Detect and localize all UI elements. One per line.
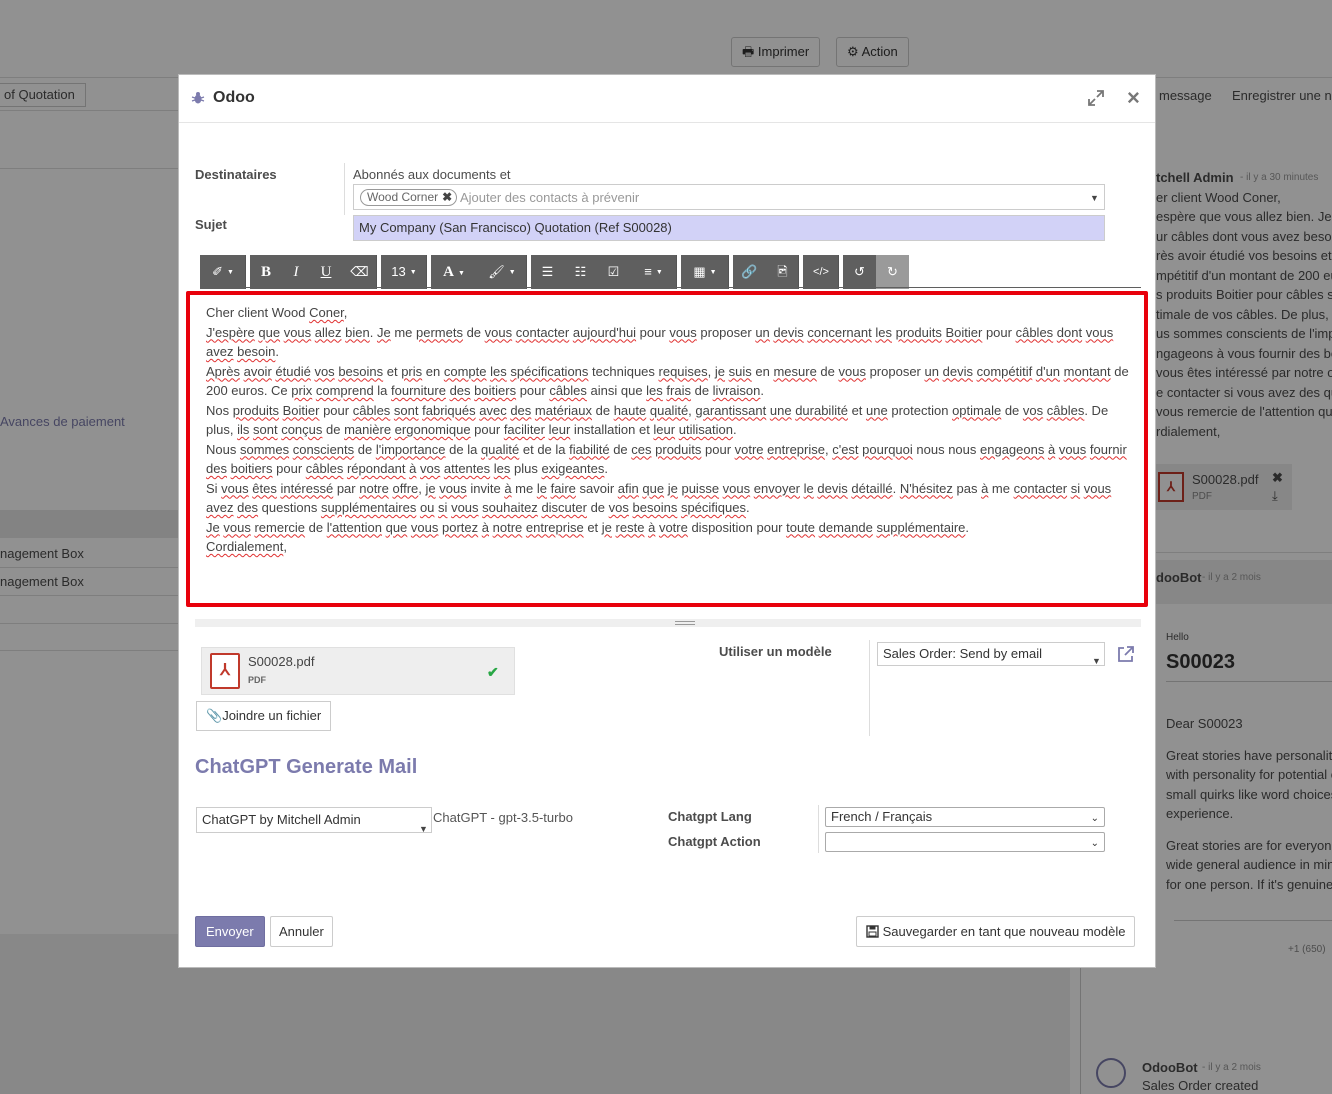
underline-icon[interactable]: U — [310, 255, 342, 289]
chatgpt-action-label: Chatgpt Action — [668, 834, 761, 849]
link-icon[interactable]: 🔗 — [733, 255, 766, 289]
editor-resize-handle[interactable] — [195, 619, 1141, 627]
caret-down-icon: ▼ — [419, 824, 428, 834]
attach-file-button[interactable]: 📎Joindre un fichier — [196, 701, 332, 731]
chatgpt-model: ChatGPT - gpt-3.5-turbo — [433, 810, 573, 825]
image-icon[interactable]: 🖻 — [766, 255, 799, 289]
undo-icon[interactable]: ↺ — [843, 255, 876, 289]
close-icon[interactable]: × — [1127, 85, 1140, 111]
compose-mail-dialog: Odoo × Destinataires Sujet Abonnés aux d… — [178, 74, 1156, 968]
body-paragraph: Nous sommes conscients de l'importance d… — [206, 441, 1127, 477]
body-paragraph: Je vous remercie de l'attention que vous… — [206, 519, 970, 535]
font-color-icon[interactable]: A ▼ — [431, 255, 477, 289]
numbered-list-icon[interactable]: ☷ — [564, 255, 597, 289]
chevron-down-icon: ⌄ — [1090, 813, 1099, 824]
chatgpt-account-select[interactable]: ChatGPT by Mitchell Admin ▼ — [196, 807, 432, 834]
template-select[interactable]: Sales Order: Send by email ▼ — [877, 642, 1105, 666]
chatgpt-lang-select[interactable]: French / Français ⌄ — [825, 807, 1105, 827]
expand-icon[interactable] — [1087, 89, 1105, 107]
bug-icon[interactable] — [191, 91, 205, 105]
redo-icon[interactable]: ↻ — [876, 255, 909, 289]
chatgpt-lang-label: Chatgpt Lang — [668, 809, 752, 824]
caret-down-icon[interactable]: ▼ — [1090, 193, 1099, 203]
bullet-list-icon[interactable]: ☰ — [531, 255, 564, 289]
body-paragraph: Nos produits Boitier pour câbles sont fa… — [206, 402, 1109, 438]
paperclip-icon: 📎 — [206, 708, 223, 723]
attachment-name: S00028.pdf — [248, 654, 315, 669]
dialog-header: Odoo × — [179, 75, 1155, 123]
paintbrush-icon[interactable]: 🖌 ▼ — [477, 255, 527, 289]
eraser-icon[interactable]: ⌫ — [342, 255, 377, 289]
recipients-placeholder: Ajouter des contacts à prévenir — [460, 190, 640, 205]
body-paragraph: Si vous êtes intéressé par notre offre, … — [206, 480, 1112, 516]
body-paragraph: Cher client Wood Coner, — [206, 305, 348, 320]
external-link-icon[interactable] — [1116, 644, 1136, 664]
bold-icon[interactable]: B — [250, 255, 282, 289]
check-icon: ✔ — [487, 664, 499, 680]
template-label: Utiliser un modèle — [719, 644, 832, 659]
body-paragraph: J'espère que vous allez bien. Je me perm… — [206, 324, 1114, 360]
code-view-icon[interactable]: </> — [803, 255, 839, 289]
font-size-dropdown[interactable]: 13 ▼ — [381, 255, 427, 289]
mail-body-editor[interactable]: Cher client Wood Coner, J'espère que vou… — [186, 291, 1148, 607]
dialog-title: Odoo — [213, 89, 255, 106]
remove-tag-icon[interactable]: ✖ — [442, 190, 452, 204]
caret-down-icon: ▼ — [1092, 656, 1101, 666]
cancel-button[interactable]: Annuler — [270, 916, 333, 947]
recipient-tag: Wood Corner ✖ — [360, 189, 458, 206]
chatgpt-action-select[interactable]: ⌄ — [825, 832, 1105, 852]
floppy-icon — [866, 924, 883, 939]
save-as-template-button[interactable]: Sauvegarder en tant que nouveau modèle — [856, 916, 1136, 947]
chevron-down-icon: ⌄ — [1090, 838, 1099, 849]
subject-input[interactable]: My Company (San Francisco) Quotation (Re… — [353, 215, 1105, 241]
subscribers-text: Abonnés aux documents et — [353, 167, 511, 182]
checklist-icon[interactable]: ☑ — [597, 255, 630, 289]
attachment-type: PDF — [248, 675, 266, 685]
chatgpt-section-title: ChatGPT Generate Mail — [195, 756, 418, 778]
body-paragraph: Cordialement, — [206, 539, 287, 554]
italic-icon[interactable]: I — [282, 255, 310, 289]
body-paragraph: Après avoir étudié vos besoins et pris e… — [206, 363, 1129, 399]
magic-wand-icon[interactable]: ✐ ▼ — [200, 255, 246, 289]
recipients-label: Destinataires — [195, 167, 277, 182]
recipients-input[interactable]: Wood Corner ✖ Ajouter des contacts à prév… — [353, 184, 1105, 210]
send-button[interactable]: Envoyer — [195, 916, 265, 947]
align-icon[interactable]: ≡ ▼ — [630, 255, 677, 289]
subject-label: Sujet — [195, 217, 227, 232]
pdf-icon: ⅄ — [210, 653, 240, 689]
attachment-card[interactable]: ⅄ S00028.pdf PDF ✔ — [201, 647, 515, 695]
table-icon[interactable]: ▦ ▼ — [681, 255, 729, 289]
